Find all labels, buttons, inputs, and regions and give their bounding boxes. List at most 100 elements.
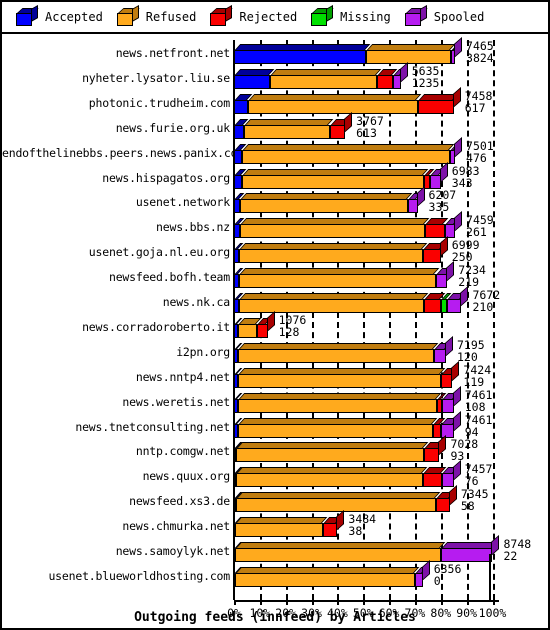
bar-segment-top-face bbox=[235, 517, 328, 525]
bar-value-secondary: 617 bbox=[464, 100, 486, 115]
bar-value-secondary: 0 bbox=[433, 573, 441, 588]
x-axis-tick bbox=[234, 600, 236, 605]
bar-value-secondary: 38 bbox=[348, 524, 363, 539]
bar-segment-top-face bbox=[239, 268, 440, 276]
legend-item-spooled: Spooled bbox=[404, 4, 484, 26]
bar-row: photonic.trudheim.com 7458 617 bbox=[2, 86, 548, 117]
bar-value-label: 7345 58 bbox=[461, 488, 489, 512]
bar-segment-top-face bbox=[248, 93, 422, 101]
bar-value-secondary: 108 bbox=[464, 399, 486, 414]
bar-segment-accepted bbox=[234, 168, 247, 189]
bar-row: newsfeed.xs3.de 7345 58 bbox=[2, 485, 548, 515]
y-axis-label: usenet.network bbox=[135, 195, 230, 210]
bar-segment-top-face bbox=[234, 44, 371, 51]
bar-segment-top-face bbox=[235, 542, 446, 549]
bar-segment-refused bbox=[270, 68, 382, 89]
bar-value-secondary: 335 bbox=[428, 200, 450, 215]
bar-value-label: 7424 119 bbox=[463, 364, 491, 388]
bar-segment-refused bbox=[237, 417, 438, 438]
y-axis-label: usenet.goja.nl.eu.org bbox=[88, 245, 230, 260]
bar-segment-refused bbox=[236, 492, 440, 513]
bar-segment-refused bbox=[237, 342, 439, 363]
bar-end-cap bbox=[454, 37, 462, 58]
bar-segment-top-face bbox=[270, 68, 382, 76]
bar-segment-spooled bbox=[440, 535, 500, 562]
bar-segment-refused bbox=[234, 566, 420, 587]
bar-value-label: 8748 22 bbox=[504, 538, 532, 562]
bar-value-secondary: 128 bbox=[278, 324, 300, 339]
bar-segment-top-face bbox=[440, 542, 497, 549]
y-axis-label: news.weretis.net bbox=[122, 394, 230, 409]
bar-segment-refused bbox=[239, 293, 429, 313]
bar-segment-top-face bbox=[241, 168, 429, 176]
bar-segment-rejected bbox=[377, 68, 398, 89]
bar-segment-spooled bbox=[451, 37, 462, 64]
bar-segment-refused bbox=[248, 93, 422, 114]
bar-segment-top-face bbox=[239, 293, 429, 300]
chart-frame: Accepted Refused Rejected Missing Spooled ne… bbox=[0, 0, 550, 630]
bar-segment-top-face bbox=[237, 342, 439, 350]
x-axis-tick bbox=[363, 600, 366, 605]
bar-value-label: 3484 38 bbox=[348, 513, 376, 537]
bar-segment-rejected bbox=[422, 467, 447, 488]
y-axis-label: nntp.comgw.net bbox=[135, 444, 230, 459]
y-axis-label: i2pn.org bbox=[176, 344, 230, 359]
plot-area: news.netfront.net 7465 3824 nyheter.lysator… bbox=[2, 34, 548, 628]
bar-segment-refused bbox=[239, 243, 427, 264]
y-axis-label: nyheter.lysator.liu.se bbox=[82, 70, 230, 85]
bar-segment-refused bbox=[236, 467, 427, 488]
bar-segment-refused bbox=[237, 392, 442, 413]
bar-value-secondary: 476 bbox=[466, 150, 487, 165]
bar-segment-spooled bbox=[392, 61, 408, 89]
bar-segment-accepted bbox=[234, 68, 275, 89]
y-axis-label: endofthelinebbs.peers.news.panix.com bbox=[2, 145, 245, 160]
bar-segment-rejected bbox=[257, 310, 275, 338]
cube-icon bbox=[16, 4, 39, 26]
bar-segment-top-face bbox=[237, 367, 446, 375]
cube-icon bbox=[404, 4, 428, 26]
bar-row: news.nk.ca 7672 210 bbox=[2, 286, 548, 316]
bar-value-secondary: 219 bbox=[458, 275, 480, 290]
cube-icon bbox=[116, 4, 140, 26]
bar-segment-refused bbox=[241, 143, 455, 164]
bar-segment-rejected bbox=[423, 293, 446, 313]
x-axis-tick bbox=[492, 600, 495, 605]
bar-segment-spooled bbox=[435, 261, 455, 289]
bar-value-secondary: 1235 bbox=[411, 75, 440, 90]
bar-segment-top-face bbox=[236, 467, 427, 475]
bar-segment-refused bbox=[237, 317, 262, 338]
bar-value-secondary: 22 bbox=[503, 549, 518, 563]
y-axis-label: news.nk.ca bbox=[162, 295, 230, 309]
legend-item-accepted: Accepted bbox=[16, 4, 103, 26]
cube-icon bbox=[311, 4, 334, 26]
legend-label: Accepted bbox=[45, 10, 103, 24]
bar-value-label: 6999 250 bbox=[452, 239, 480, 263]
bar-value-label: 5635 1235 bbox=[412, 65, 440, 89]
bar-segment-rejected bbox=[433, 417, 446, 438]
bar-segment-refused bbox=[240, 218, 430, 239]
y-axis-label: news.hispagatos.org bbox=[102, 170, 230, 185]
y-axis-label: usenet.blueworldhosting.com bbox=[48, 568, 230, 583]
bar-value-label: 7501 476 bbox=[466, 140, 494, 164]
bar-segment-rejected bbox=[435, 485, 457, 513]
bar-row: news.hispagatos.org 6983 343 bbox=[2, 161, 548, 192]
x-axis-tick bbox=[440, 600, 443, 605]
bar-value-label: 7672 210 bbox=[472, 289, 500, 313]
bar-value-secondary: 120 bbox=[456, 349, 478, 364]
bar-segment-top-face bbox=[234, 68, 275, 76]
cube-icon bbox=[210, 4, 234, 26]
bar-value-secondary: 250 bbox=[451, 250, 473, 265]
bar-segment-spooled bbox=[442, 460, 461, 488]
x-axis-tick bbox=[389, 600, 392, 605]
bar-segment-top-face bbox=[239, 243, 427, 251]
bar-value-label: 7234 219 bbox=[458, 264, 486, 288]
bar-value-label: 7465 3824 bbox=[466, 40, 494, 64]
bar-value-label: 7028 93 bbox=[451, 438, 479, 462]
bar-segment-spooled bbox=[414, 559, 430, 587]
bar-row: news.samoylyk.net 8748 22 bbox=[2, 535, 548, 565]
x-axis-tick bbox=[414, 600, 417, 605]
x-axis-tick bbox=[466, 600, 469, 605]
legend-item-missing: Missing bbox=[311, 4, 391, 26]
x-axis-line bbox=[234, 600, 499, 602]
y-axis-label: news.quux.org bbox=[142, 469, 231, 484]
